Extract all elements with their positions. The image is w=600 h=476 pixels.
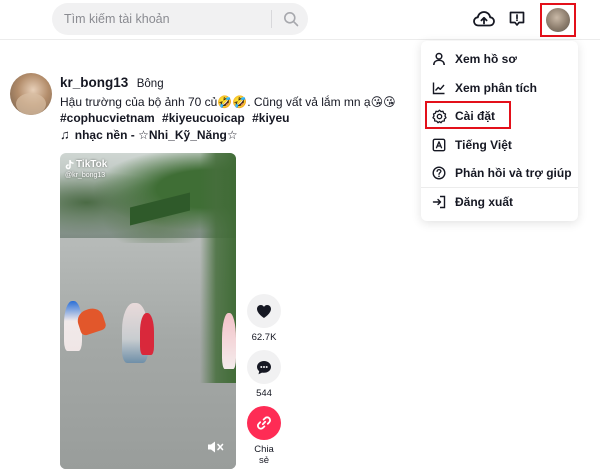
menu-item-label: Xem hồ sơ: [455, 52, 517, 66]
menu-item-label: Cài đặt: [455, 109, 496, 123]
search-input[interactable]: [64, 3, 268, 35]
share-action: Chia sẻ: [246, 406, 282, 466]
author-row: kr_bong13 Bông: [60, 74, 164, 92]
search-icon: [284, 12, 299, 27]
tiktok-watermark: TikTok: [65, 159, 107, 170]
menu-item-feedback-help[interactable]: Phản hồi và trợ giúp: [421, 160, 578, 186]
mute-button[interactable]: [206, 438, 226, 456]
inbox-button[interactable]: [505, 7, 529, 31]
comment-icon: [257, 360, 271, 374]
menu-item-settings[interactable]: Cài đặt: [421, 103, 578, 129]
menu-item-label: Xem phân tích: [455, 81, 538, 95]
help-icon: [431, 165, 447, 181]
comment-action: 544: [246, 350, 282, 399]
link-icon: [257, 416, 271, 430]
watermark-handle: @kr_bong13: [65, 172, 106, 179]
tiktok-logo-icon: [65, 159, 74, 169]
language-icon: [431, 137, 447, 153]
like-count: 62.7K: [251, 332, 277, 343]
music-title: nhạc nền - ☆Nhi_Kỹ_Năng☆: [74, 127, 238, 142]
analytics-icon: [431, 80, 447, 96]
hashtag-link[interactable]: #kiyeu: [252, 111, 289, 125]
post-nickname: Bông: [136, 78, 164, 90]
menu-divider: [421, 187, 578, 188]
cloud-upload-icon: [473, 11, 495, 27]
profile-avatar-button[interactable]: [540, 3, 576, 37]
top-header: [0, 0, 600, 40]
music-note-icon: ♫: [60, 127, 70, 142]
watermark-text: TikTok: [76, 159, 108, 170]
menu-item-label: Phản hồi và trợ giúp: [455, 166, 572, 180]
heart-icon: [257, 304, 271, 318]
share-label-line2: sẻ: [258, 455, 270, 466]
post-username[interactable]: kr_bong13: [60, 75, 128, 90]
search-button[interactable]: [278, 7, 304, 31]
settings-icon: [431, 108, 447, 124]
menu-item-view-profile[interactable]: Xem hồ sơ: [421, 46, 578, 72]
share-label: Chia sẻ: [246, 444, 282, 466]
post-author-avatar[interactable]: [10, 73, 52, 115]
comment-button[interactable]: [247, 350, 281, 384]
music-link[interactable]: ♫ nhạc nền - ☆Nhi_Kỹ_Năng☆: [60, 127, 238, 142]
person-icon: [431, 51, 447, 67]
video-player[interactable]: TikTok @kr_bong13: [60, 153, 236, 469]
video-scene-person: [140, 313, 154, 355]
menu-item-language[interactable]: Tiếng Việt: [421, 132, 578, 158]
logout-icon: [431, 194, 447, 210]
like-button[interactable]: [247, 294, 281, 328]
menu-item-logout[interactable]: Đăng xuất: [421, 189, 578, 215]
hashtag-link[interactable]: #kiyeucuoicap: [162, 111, 245, 125]
upload-button[interactable]: [472, 7, 496, 31]
caption-text: Hậu trường của bộ ảnh 70 củ🤣🤣. Cũng vất …: [60, 95, 396, 109]
comment-count: 544: [256, 388, 272, 399]
search-separator: [271, 10, 272, 28]
menu-item-analytics[interactable]: Xem phân tích: [421, 75, 578, 101]
share-button[interactable]: [247, 406, 281, 440]
menu-item-label: Đăng xuất: [455, 195, 514, 209]
post-caption: Hậu trường của bộ ảnh 70 củ🤣🤣. Cũng vất …: [60, 95, 400, 110]
search-bar: [52, 3, 308, 35]
share-label-line1: Chia: [254, 444, 274, 455]
user-avatar: [546, 8, 570, 32]
profile-dropdown-menu: Xem hồ sơ Xem phân tích Cài đặt Tiếng Vi…: [421, 41, 578, 221]
inbox-icon: [509, 11, 525, 26]
speaker-muted-icon: [208, 441, 224, 453]
like-action: 62.7K: [246, 294, 282, 343]
video-scene-person: [222, 313, 236, 369]
hashtag-link[interactable]: #cophucvietnam: [60, 111, 155, 125]
menu-item-label: Tiếng Việt: [455, 138, 512, 152]
hashtag-list: #cophucvietnam #kiyeucuoicap #kiyeu: [60, 111, 293, 125]
